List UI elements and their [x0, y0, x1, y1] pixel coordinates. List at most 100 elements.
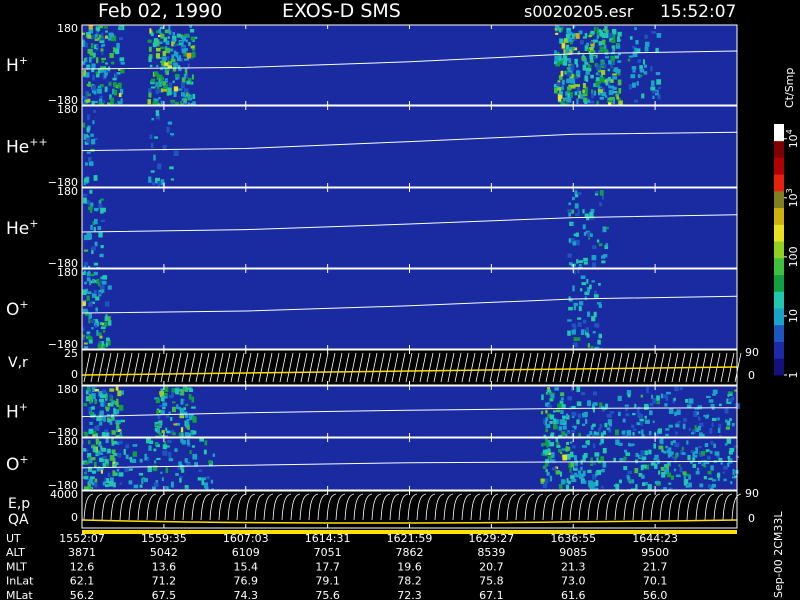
heat-cell: [88, 479, 94, 485]
heat-cell: [113, 482, 116, 488]
heat-cell: [707, 455, 711, 460]
footer-value: 73.0: [561, 575, 586, 588]
heat-cell: [143, 478, 148, 483]
heat-cell: [713, 443, 716, 448]
heat-cell: [159, 26, 164, 30]
heat-cell: [581, 445, 587, 448]
heat-cell: [545, 469, 548, 472]
heat-cell: [568, 202, 571, 206]
heat-cell: [599, 202, 602, 206]
heat-cell: [706, 449, 710, 452]
heat-cell: [698, 445, 702, 449]
heat-cell: [679, 466, 683, 473]
heat-cell: [86, 151, 91, 154]
heat-cell: [176, 404, 179, 409]
heat-cell: [573, 306, 577, 311]
heat-cell: [596, 26, 599, 32]
heat-cell: [592, 443, 596, 448]
heat-cell: [118, 404, 124, 411]
heat-cell: [150, 170, 155, 173]
heat-cell: [550, 398, 553, 402]
heat-cell: [589, 233, 593, 237]
heat-cell: [159, 82, 162, 87]
heat-cell: [94, 425, 99, 431]
heat-cell: [82, 61, 86, 65]
heat-cell: [105, 406, 110, 410]
heat-cell: [601, 69, 606, 75]
heat-cell: [605, 243, 608, 247]
heat-cell: [576, 337, 581, 341]
heat-cell: [181, 92, 186, 97]
colorbar-tick-label: 1: [787, 372, 800, 379]
heat-cell: [576, 86, 580, 92]
heat-cell: [93, 226, 96, 232]
heat-cell: [590, 463, 593, 466]
heat-cell: [120, 98, 123, 104]
colorbar-segment: [774, 358, 784, 376]
heat-cell: [96, 45, 99, 49]
heat-cell: [598, 283, 601, 286]
heat-cell: [83, 197, 87, 204]
heat-cell: [652, 95, 655, 99]
heat-cell: [643, 64, 647, 68]
heat-cell: [563, 58, 569, 61]
header-mission: EXOS-D SMS: [282, 0, 401, 22]
heat-cell: [566, 413, 569, 418]
footer-value: 9500: [641, 546, 669, 559]
heat-cell: [567, 253, 572, 258]
heat-cell: [632, 432, 635, 436]
heat-cell: [100, 66, 105, 71]
heat-cell: [107, 285, 112, 290]
heat-cell: [162, 51, 166, 57]
heat-cell: [594, 452, 600, 457]
heat-cell: [601, 405, 605, 410]
heat-cell: [100, 245, 104, 249]
heat-cell: [93, 289, 97, 294]
heat-cell: [120, 26, 123, 29]
footer-value: 1607:03: [223, 532, 269, 545]
panel-background: [82, 106, 737, 187]
heat-cell: [578, 263, 582, 267]
heat-cell: [584, 100, 588, 104]
heat-cell: [627, 58, 631, 62]
heat-cell: [112, 470, 116, 477]
heat-cell: [554, 61, 557, 65]
heat-cell: [598, 92, 601, 96]
heat-cell: [541, 443, 546, 446]
heat-cell: [91, 470, 97, 474]
heat-cell: [667, 472, 672, 478]
panel-h-plus: 180−180H+: [6, 22, 738, 108]
heat-cell: [664, 403, 668, 407]
colorbar-segment: [774, 341, 784, 359]
heat-cell: [730, 481, 733, 485]
footer-value: 9085: [559, 546, 587, 559]
heat-cell: [701, 459, 704, 465]
heat-cell: [723, 478, 727, 482]
heat-cell: [83, 70, 87, 76]
heat-cell: [82, 327, 85, 332]
heat-cell: [697, 405, 703, 410]
heat-cell: [99, 292, 102, 295]
heat-cell: [590, 41, 594, 44]
heat-cell: [591, 262, 597, 268]
heat-cell: [630, 74, 636, 79]
heat-cell: [580, 275, 586, 279]
heat-cell: [582, 54, 585, 58]
heat-cell: [724, 408, 729, 414]
heat-cell: [170, 99, 176, 103]
heat-cell: [86, 386, 91, 391]
heat-cell: [83, 270, 86, 275]
heat-cell: [107, 419, 111, 423]
heat-cell: [184, 98, 187, 103]
heat-cell: [82, 334, 85, 338]
heat-cell: [162, 450, 168, 456]
y-max-label: 25: [64, 347, 78, 360]
panels-group: 180−180H+180−180He++180−180He+180−180O+2…: [6, 22, 759, 534]
panel-he-plus: 180−180He+: [6, 185, 738, 273]
heat-cell: [604, 422, 608, 428]
heat-cell: [718, 423, 722, 429]
heat-cell: [88, 206, 93, 210]
heat-cell: [158, 28, 162, 33]
heat-cell: [82, 122, 86, 128]
heat-cell: [624, 449, 628, 453]
